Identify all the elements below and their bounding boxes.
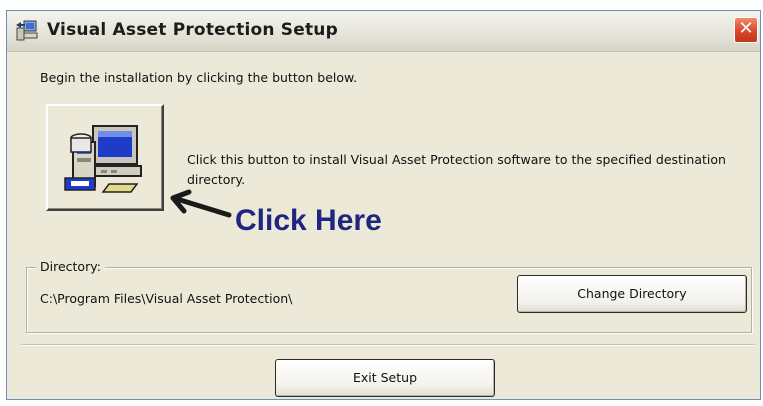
title-bar[interactable]: Visual Asset Protection Setup ✕ (7, 11, 760, 52)
click-here-callout: Click Here (235, 204, 382, 237)
window-title: Visual Asset Protection Setup (47, 20, 338, 40)
arrow-left-icon (170, 189, 232, 218)
change-directory-button[interactable]: Change Directory (517, 275, 747, 313)
directory-path: C:\Program Files\Visual Asset Protection… (40, 291, 293, 306)
computer-setup-icon (64, 125, 142, 193)
separator (21, 344, 755, 346)
intro-text: Begin the installation by clicking the b… (40, 70, 358, 85)
close-button[interactable]: ✕ (734, 17, 758, 43)
setup-window: Visual Asset Protection Setup ✕ Begin th… (6, 10, 761, 400)
install-description: Click this button to install Visual Asse… (187, 152, 726, 187)
install-button[interactable] (46, 104, 164, 211)
directory-label: Directory: (36, 259, 105, 274)
exit-setup-button[interactable]: Exit Setup (275, 359, 495, 397)
setup-app-icon (15, 20, 39, 42)
close-icon: ✕ (738, 18, 754, 39)
